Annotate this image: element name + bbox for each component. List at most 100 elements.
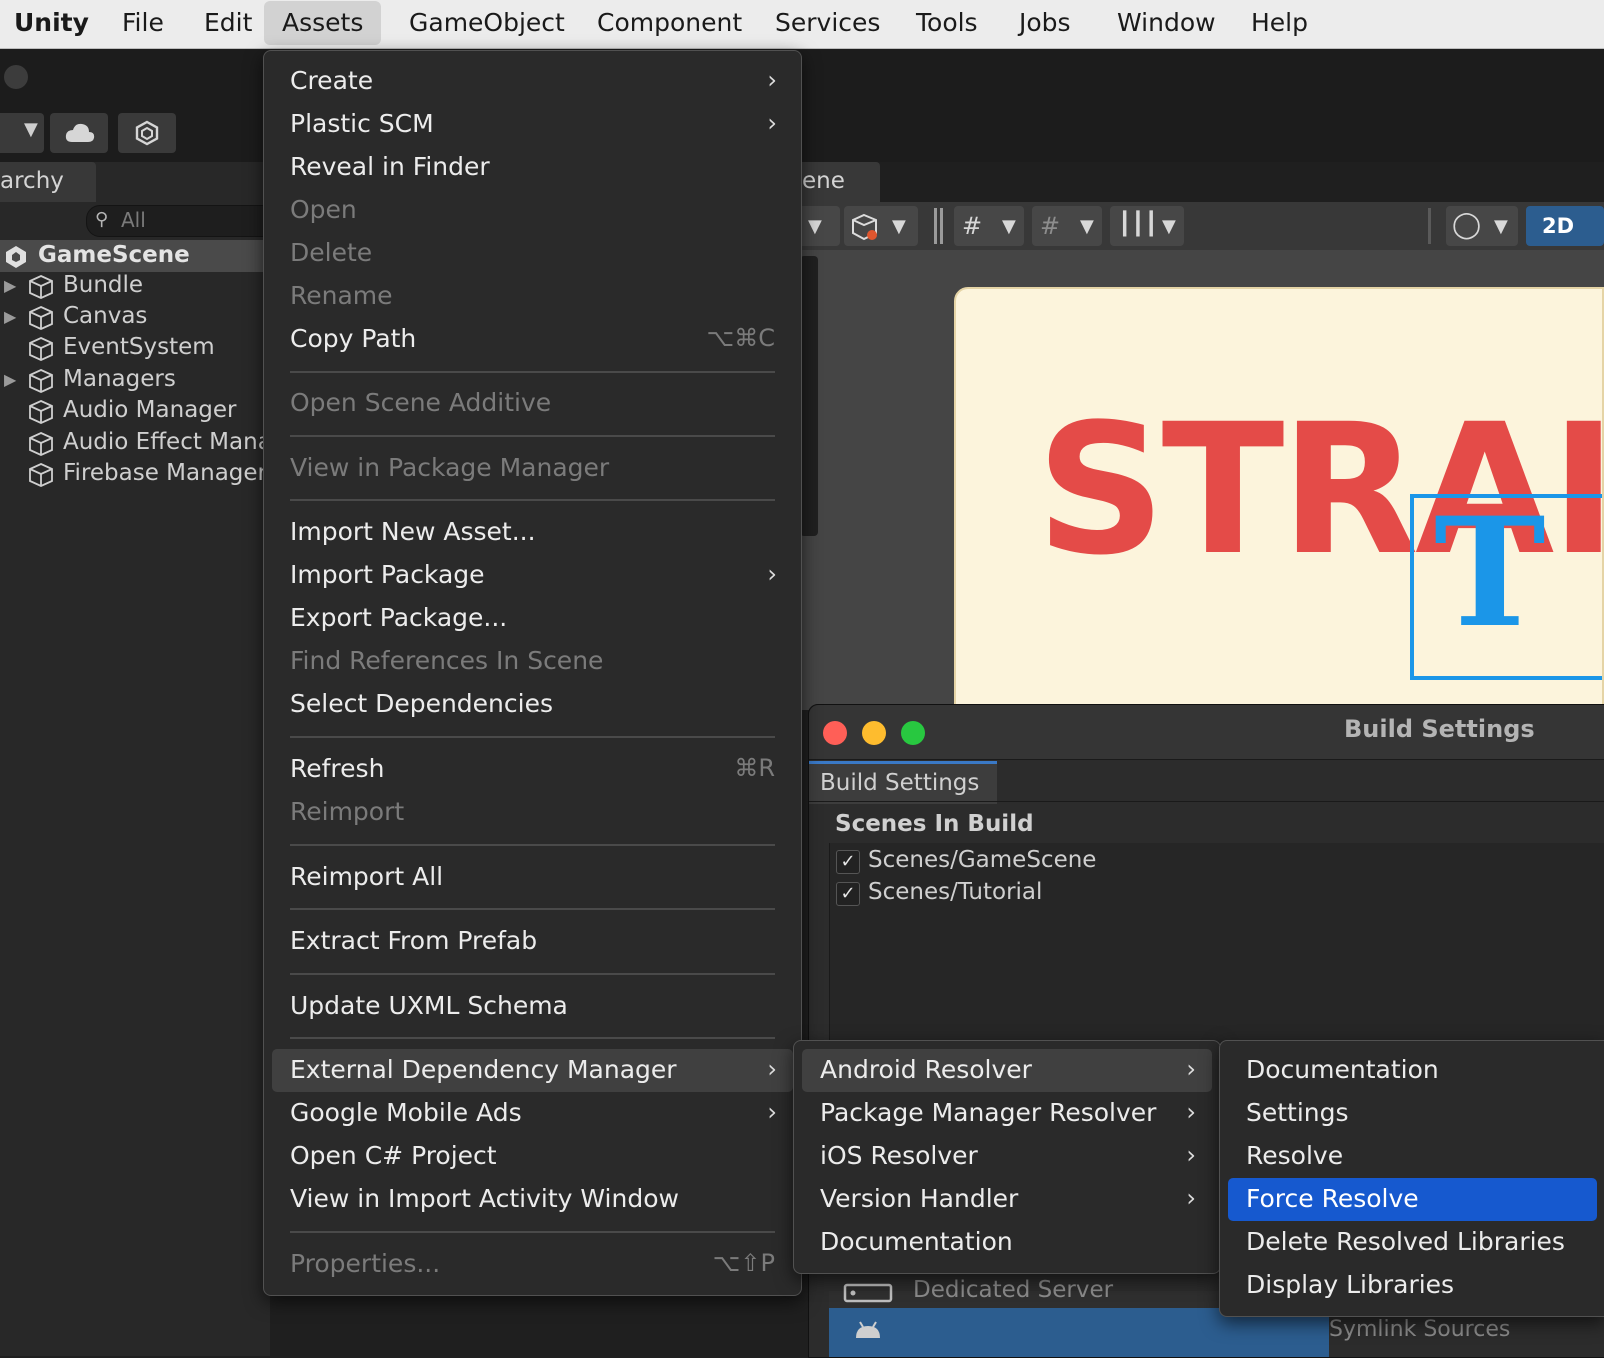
menu-item-reimport-all[interactable]: Reimport All: [272, 856, 793, 899]
menu-item-google-mobile-ads[interactable]: Google Mobile Ads ›: [272, 1092, 793, 1135]
2d-toggle[interactable]: 2D: [1526, 206, 1604, 246]
gameobject-cube-icon: [29, 400, 53, 424]
scene-tab[interactable]: ene: [790, 162, 880, 202]
menu-tools[interactable]: Tools: [898, 0, 996, 48]
menu-item-documentation[interactable]: Documentation: [1228, 1049, 1597, 1092]
chevron-down-icon: ▼: [1494, 216, 1508, 237]
hierarchy-item-canvas[interactable]: ▶ Canvas: [0, 303, 270, 334]
scene-checkbox[interactable]: ✓: [836, 882, 860, 906]
scene-checkbox[interactable]: ✓: [836, 850, 860, 874]
menu-item-import-package[interactable]: Import Package ›: [272, 554, 793, 597]
hierarchy-tab-label: archy: [0, 168, 64, 194]
menu-item-reveal-in-finder[interactable]: Reveal in Finder: [272, 146, 793, 189]
menu-item-edm-documentation[interactable]: Documentation: [802, 1221, 1212, 1264]
menu-item-android-resolver[interactable]: Android Resolver ›: [802, 1049, 1212, 1092]
expand-arrow-icon[interactable]: ▶: [4, 276, 16, 295]
menu-item-label: Settings: [1246, 1098, 1349, 1127]
collab-button[interactable]: [118, 113, 176, 153]
menu-item-export-package[interactable]: Export Package...: [272, 597, 793, 640]
menu-item-refresh[interactable]: Refresh ⌘R: [272, 748, 793, 791]
hierarchy-item-audio-effect-manager[interactable]: Audio Effect Mana: [0, 429, 270, 460]
window-dot[interactable]: [4, 65, 28, 89]
increment-snap-dropdown[interactable]: # ▼: [1032, 206, 1102, 246]
menu-item-reimport: Reimport: [272, 791, 793, 834]
chevron-down-icon: ▼: [808, 216, 822, 237]
gameobject-cube-icon: [29, 432, 53, 456]
2d-toggle-label: 2D: [1542, 214, 1575, 238]
menu-item-force-resolve[interactable]: Force Resolve: [1228, 1178, 1597, 1221]
rect-tool-gizmo[interactable]: T: [1410, 494, 1602, 680]
zoom-button[interactable]: [901, 721, 925, 745]
hierarchy-tab[interactable]: archy: [0, 162, 96, 202]
menu-item-create[interactable]: Create ›: [272, 60, 793, 103]
platform-label: Dedicated Server: [913, 1277, 1114, 1303]
menu-file[interactable]: File: [104, 0, 182, 48]
menu-item-label: Reimport All: [290, 862, 444, 891]
menu-item-display-libraries[interactable]: Display Libraries: [1228, 1264, 1597, 1307]
editor-toolbar: ▼: [0, 49, 1604, 162]
close-button[interactable]: [823, 721, 847, 745]
expand-arrow-icon[interactable]: ▶: [4, 307, 16, 326]
menu-item-resolve[interactable]: Resolve: [1228, 1135, 1597, 1178]
scene-overlay-strip: [800, 256, 818, 536]
menu-separator: [290, 908, 775, 910]
hierarchy-search[interactable]: ⚲ All: [86, 205, 272, 237]
symlink-sources-label: Symlink Sources: [1329, 1317, 1511, 1342]
menu-item-label: Update UXML Schema: [290, 991, 568, 1020]
ruler-dropdown[interactable]: ┃┃┃ ▼: [1110, 206, 1184, 246]
chevron-down-icon: ▼: [892, 216, 906, 237]
menu-item-copy-path[interactable]: Copy Path ⌥⌘C: [272, 318, 793, 361]
menu-edit[interactable]: Edit: [186, 0, 270, 48]
scene-lighting-dropdown[interactable]: ◯ ▼: [1446, 206, 1518, 246]
grid-snap-dropdown[interactable]: # ▼: [954, 206, 1024, 246]
game-canvas[interactable]: STRAI T: [954, 287, 1604, 710]
menu-assets[interactable]: Assets: [264, 1, 382, 45]
menu-item-find-references: Find References In Scene: [272, 640, 793, 683]
menu-services[interactable]: Services: [757, 0, 898, 48]
cloud-button[interactable]: [50, 113, 108, 153]
menu-item-ios-resolver[interactable]: iOS Resolver ›: [802, 1135, 1212, 1178]
menu-window[interactable]: Window: [1099, 0, 1234, 48]
gizmo-cube-dropdown[interactable]: ▼: [844, 206, 918, 246]
menu-item-label: Import New Asset...: [290, 517, 536, 546]
menu-item-open-csharp-project[interactable]: Open C# Project: [272, 1135, 793, 1178]
menu-separator: [290, 371, 775, 373]
menu-separator: [290, 844, 775, 846]
hierarchy-item-audio-manager[interactable]: Audio Manager: [0, 397, 270, 428]
hierarchy-item-label: Managers: [63, 366, 176, 392]
scene-tab-label: ene: [802, 168, 845, 194]
menu-item-update-uxml-schema[interactable]: Update UXML Schema: [272, 985, 793, 1028]
expand-arrow-icon[interactable]: ▶: [4, 370, 16, 389]
menu-item-version-handler[interactable]: Version Handler ›: [802, 1178, 1212, 1221]
menu-unity[interactable]: Unity: [0, 0, 107, 48]
hierarchy-item-label: Bundle: [63, 272, 144, 298]
menu-item-label: Reveal in Finder: [290, 152, 490, 181]
hierarchy-item-eventsystem[interactable]: EventSystem: [0, 334, 270, 365]
menu-item-package-manager-resolver[interactable]: Package Manager Resolver ›: [802, 1092, 1212, 1135]
hierarchy-item-firebase-manager[interactable]: Firebase Manager: [0, 460, 270, 491]
menu-item-delete-resolved-libraries[interactable]: Delete Resolved Libraries: [1228, 1221, 1597, 1264]
menu-jobs[interactable]: Jobs: [1001, 0, 1089, 48]
menu-item-external-dependency-manager[interactable]: External Dependency Manager ›: [272, 1049, 793, 1092]
menu-item-view-in-package-manager: View in Package Manager: [272, 447, 793, 490]
menu-item-import-new-asset[interactable]: Import New Asset...: [272, 511, 793, 554]
menu-component[interactable]: Component: [579, 0, 760, 48]
hierarchy-item-bundle[interactable]: ▶ Bundle: [0, 272, 270, 303]
hierarchy-scene-root[interactable]: GameScene: [0, 240, 270, 272]
menu-item-open-scene-additive: Open Scene Additive: [272, 382, 793, 425]
menu-gameobject[interactable]: GameObject: [391, 0, 583, 48]
menu-item-plastic-scm[interactable]: Plastic SCM ›: [272, 103, 793, 146]
account-dropdown[interactable]: ▼: [0, 113, 44, 153]
build-settings-tab[interactable]: Build Settings: [809, 761, 997, 804]
build-settings-titlebar[interactable]: Build Settings: [809, 705, 1604, 760]
menu-item-label: Resolve: [1246, 1141, 1344, 1170]
menu-item-select-dependencies[interactable]: Select Dependencies: [272, 683, 793, 726]
menu-help[interactable]: Help: [1233, 0, 1326, 48]
menu-item-extract-from-prefab[interactable]: Extract From Prefab: [272, 920, 793, 963]
menu-item-view-import-activity[interactable]: View in Import Activity Window: [272, 1178, 793, 1221]
menu-item-label: Android Resolver: [820, 1055, 1032, 1084]
hierarchy-item-managers[interactable]: ▶ Managers: [0, 366, 270, 397]
menu-item-settings[interactable]: Settings: [1228, 1092, 1597, 1135]
chevron-down-icon: ▼: [1162, 216, 1176, 237]
minimize-button[interactable]: [862, 721, 886, 745]
